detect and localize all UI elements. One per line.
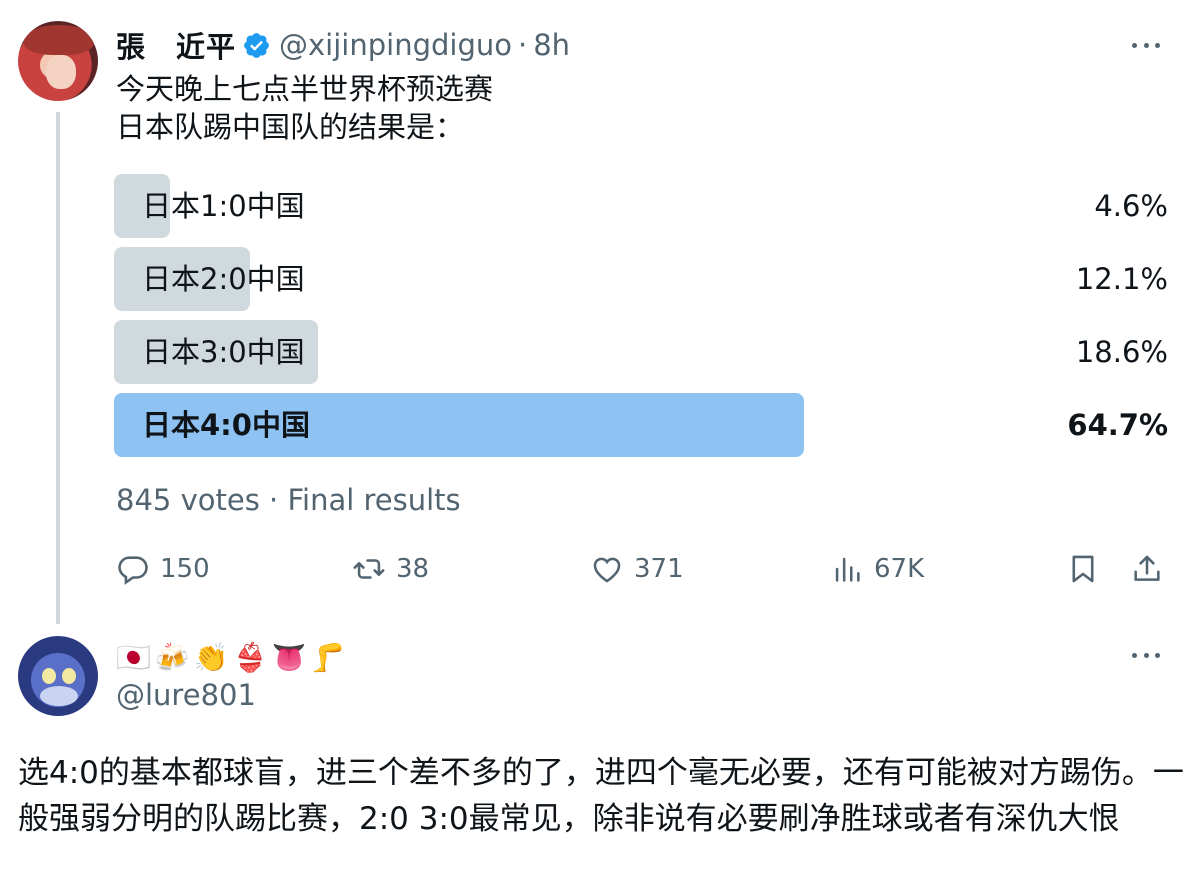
poll-option-label: 日本2:0中国 <box>142 262 305 296</box>
poll-option-percent: 64.7% <box>1067 408 1168 442</box>
avatar-hat <box>24 25 94 55</box>
poll-option-percent: 12.1% <box>1075 262 1168 296</box>
views-count: 67K <box>874 554 925 584</box>
author-display-name[interactable]: 張 近平 <box>116 24 236 66</box>
thread-line <box>56 112 60 624</box>
poll-option-winner: 日本4:0中国 64.7% <box>114 393 1168 457</box>
poll-option-label: 日本4:0中国 <box>142 408 310 442</box>
views-chart-icon <box>835 557 860 582</box>
separator-dot: · <box>517 28 528 62</box>
bookmark-button[interactable] <box>1066 548 1100 590</box>
poll-option: 日本3:0中国 18.6% <box>114 320 1168 384</box>
share-button[interactable] <box>1130 548 1164 590</box>
emoji-bikini: 👙 <box>232 640 268 674</box>
reply-button[interactable]: 150 <box>116 548 210 590</box>
like-count: 371 <box>634 554 684 584</box>
poll-option: 日本1:0中国 4.6% <box>114 174 1168 238</box>
reply-display-name[interactable]: 🇯🇵 🍻 👏 👙 👅 🦵 <box>116 638 345 676</box>
tweet-text: 今天晚上七点半世界杯预选赛 日本队踢中国队的结果是： <box>116 70 493 146</box>
reply-author-avatar[interactable] <box>18 636 98 716</box>
avatar-face <box>46 55 76 89</box>
author-avatar[interactable] <box>18 21 98 101</box>
retweet-button[interactable]: 38 <box>352 548 429 590</box>
bookmark-icon <box>1072 555 1094 583</box>
retweet-icon <box>353 559 385 579</box>
verified-badge-icon <box>244 32 269 58</box>
more-options-icon[interactable] <box>1126 35 1166 55</box>
avatar-muzzle <box>40 686 78 706</box>
retweet-count: 38 <box>396 554 430 584</box>
poll-option: 日本2:0中国 12.1% <box>114 247 1168 311</box>
poll-results-meta: 845 votes · Final results <box>116 483 461 517</box>
tweet-text-line: 日本队踢中国队的结果是： <box>116 110 465 144</box>
poll-option-percent: 4.6% <box>1094 189 1168 223</box>
emoji-leg: 🦵 <box>310 640 346 674</box>
tweet-timestamp[interactable]: 8h <box>533 28 570 62</box>
poll-option-label: 日本3:0中国 <box>142 335 305 369</box>
avatar-eye <box>62 668 76 684</box>
share-icon <box>1134 555 1160 581</box>
views-button[interactable]: 67K <box>830 548 924 590</box>
reply-icon <box>118 556 148 585</box>
like-button[interactable]: 371 <box>590 548 684 590</box>
avatar-eye <box>42 668 56 684</box>
reply-author-handle[interactable]: @lure801 <box>116 678 256 712</box>
heart-icon <box>593 557 621 583</box>
poll-option-percent: 18.6% <box>1075 335 1168 369</box>
author-handle[interactable]: @xijinpingdiguo <box>279 28 512 62</box>
poll-option-label: 日本1:0中国 <box>142 189 305 223</box>
more-options-icon[interactable] <box>1126 645 1166 665</box>
reply-count: 150 <box>160 554 210 584</box>
emoji-clapping-hands: 👏 <box>193 640 229 674</box>
tweet-header: 張 近平 @xijinpingdiguo · 8h <box>116 25 570 65</box>
emoji-tongue: 👅 <box>271 640 307 674</box>
emoji-beer-mugs: 🍻 <box>154 640 190 674</box>
emoji-japan-flag: 🇯🇵 <box>116 640 151 674</box>
reply-text: 选4:0的基本都球盲，进三个差不多的了，进四个毫无必要，还有可能被对方踢伤。一般… <box>18 755 1184 837</box>
tweet-text-line: 今天晚上七点半世界杯预选赛 <box>116 72 494 106</box>
